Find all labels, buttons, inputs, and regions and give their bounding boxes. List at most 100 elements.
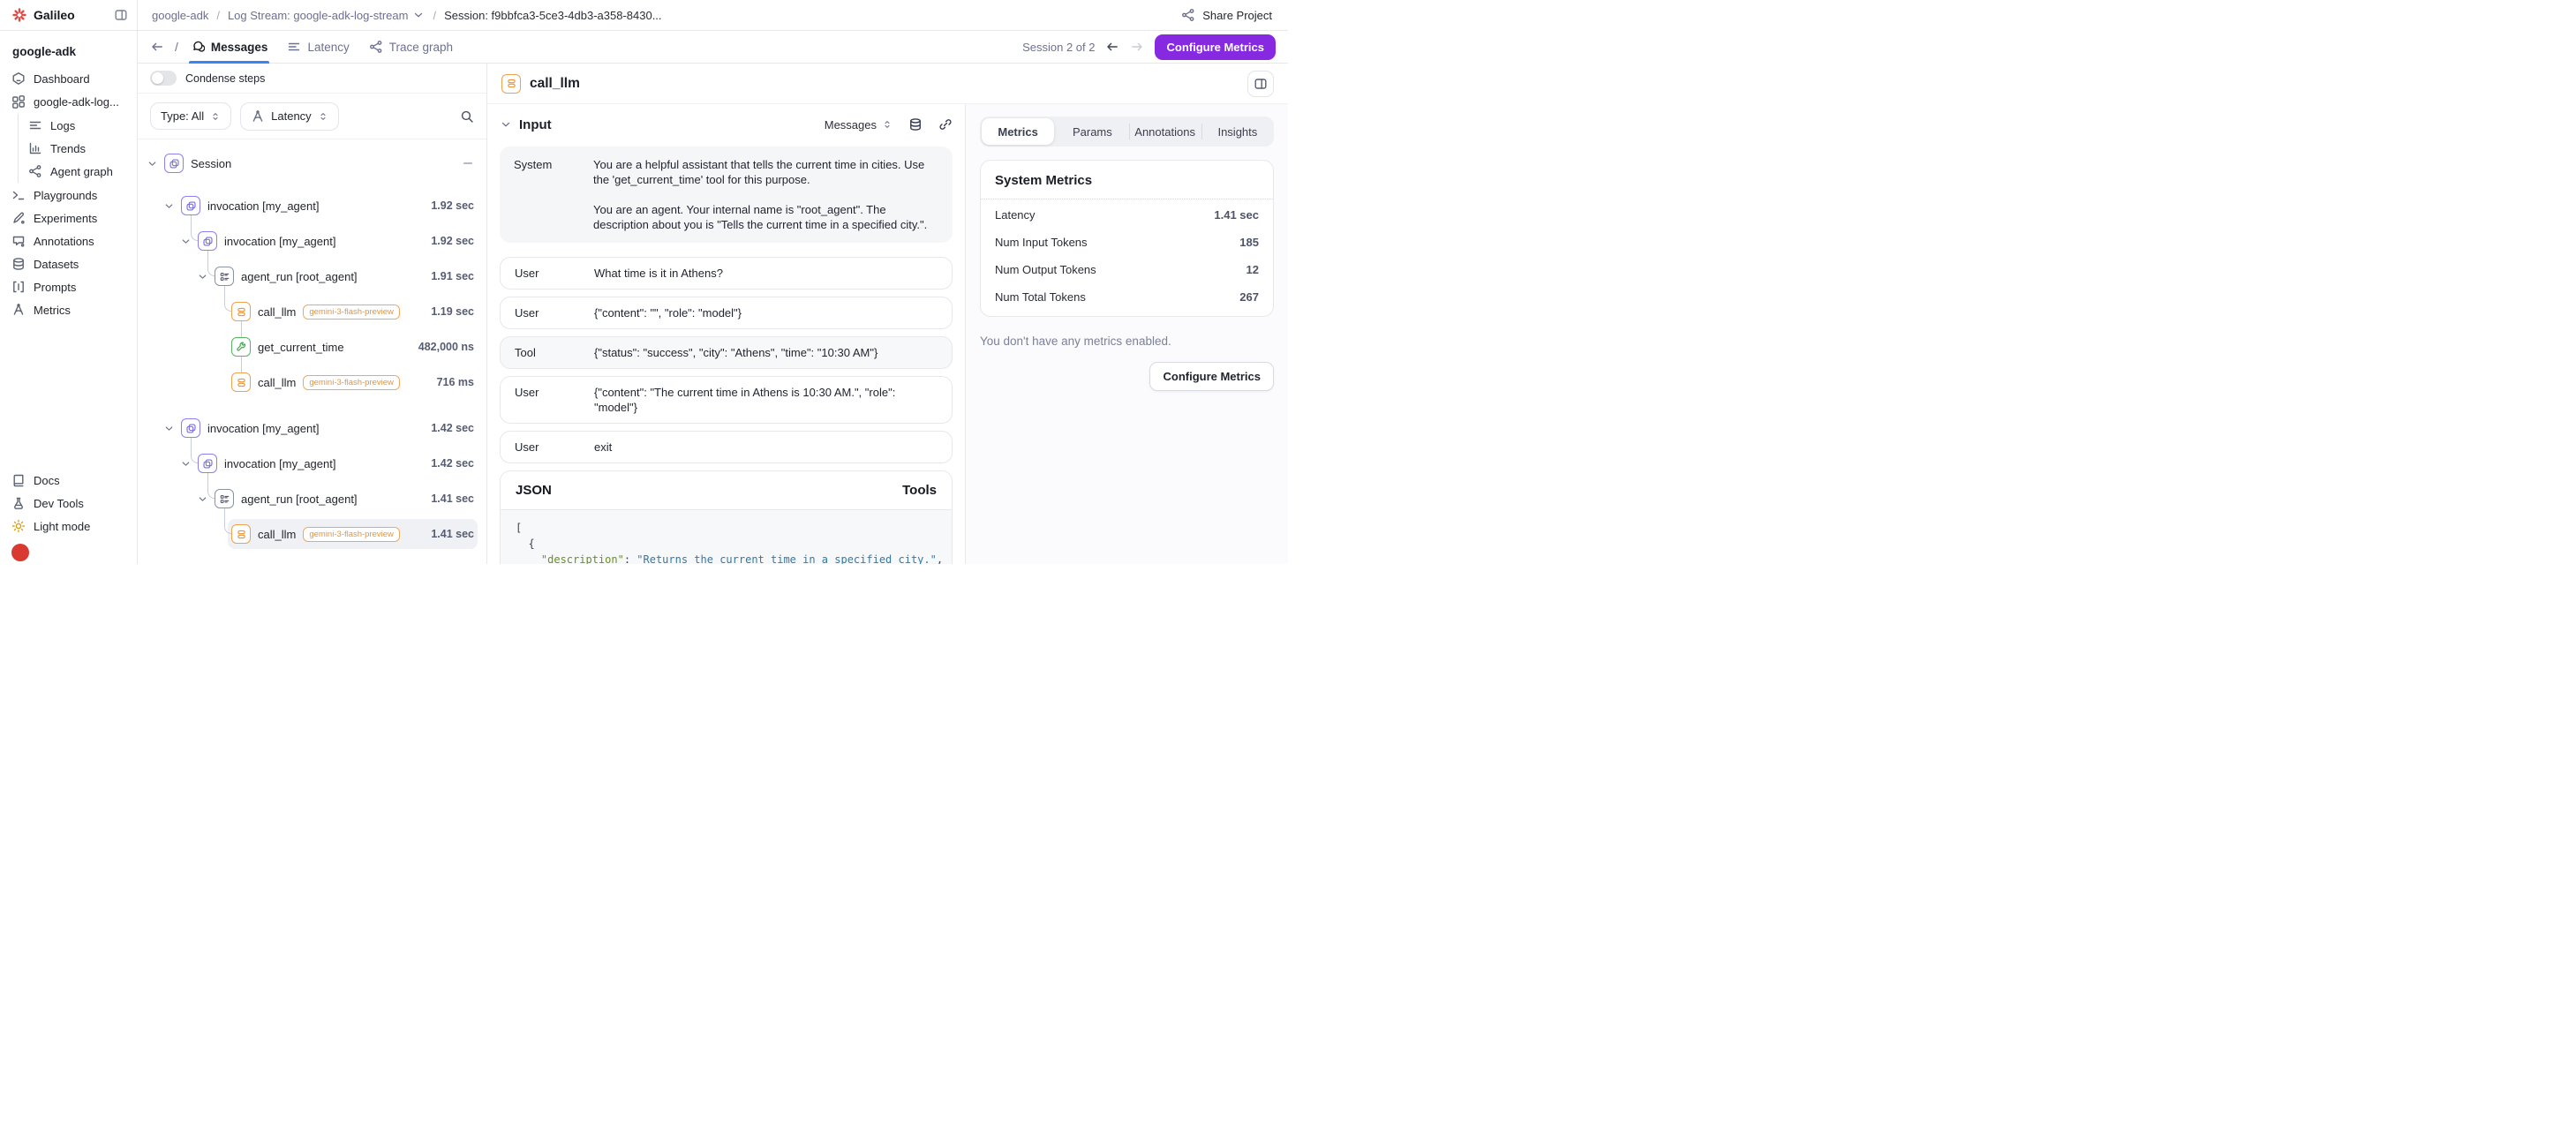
sidebar-item-label: Datasets [34,258,79,271]
message-view-selector[interactable]: Messages [825,118,893,132]
metrics-panel-tabs: MetricsParamsAnnotationsInsights [980,117,1274,147]
sidebar-item-prompts[interactable]: Prompts [0,275,137,298]
link-icon[interactable] [938,117,953,132]
sidebar-subnav: Logs TrendsAgent graph [18,114,137,183]
chevron-down-icon[interactable] [180,236,198,247]
tree-row-get-current-time-5[interactable]: get_current_time482,000 ns [138,332,486,362]
metric-row-num-output-tokens: Num Output Tokens12 [995,256,1259,283]
tab-latency[interactable]: Latency [285,31,350,63]
updown-chevrons-icon [882,119,893,130]
sidebar-item-playgrounds[interactable]: Playgrounds [0,184,137,207]
tab-label: Latency [307,41,349,54]
collapse-all-icon[interactable] [462,157,474,169]
list-icon [215,267,234,286]
previous-session-arrow-icon[interactable] [1105,40,1119,54]
chevron-down-icon[interactable] [197,271,215,282]
copy-icon [164,154,184,173]
message-role-label: User [515,440,594,455]
trace-tree: Session invocation [my_agent]1.92 sec invo… [138,139,486,564]
metrics-tab-insights[interactable]: Insights [1201,117,1274,147]
next-session-arrow-icon[interactable] [1130,40,1144,54]
type-filter-dropdown[interactable]: Type: All [150,102,231,130]
metric-label: Num Output Tokens [995,263,1096,276]
sidebar-item-docs[interactable]: Docs [0,469,137,492]
condense-steps-row: Condense steps [138,64,486,94]
message-content: {"content": "The current time in Athens … [594,385,938,415]
sidebar-item-label: Docs [34,474,60,487]
book-icon [11,473,26,487]
chevron-down-icon[interactable] [500,118,512,131]
sidebar-item-experiments[interactable]: Experiments [0,207,137,229]
configure-metrics-button[interactable]: Configure Metrics [1155,34,1276,60]
breadcrumb-session[interactable]: Session: f9bbfca3-5ce3-4db3-a358-8430... [444,9,661,22]
duration-label: 1.42 sec [431,457,474,470]
tools-json-code: [ { "description": "Returns the current … [501,510,952,564]
database-icon[interactable] [908,117,923,132]
sidebar-collapse-icon[interactable] [114,8,128,22]
sidebar-nav: Dashboard google-adk-log... Logs TrendsAgen… [0,67,137,321]
input-section-title: Input [519,117,552,132]
chevron-down-icon[interactable] [163,423,181,434]
sidebar-item-dashboard[interactable]: Dashboard [0,67,137,90]
sidebar-item-label: Logs [50,119,75,132]
chevron-down-icon [412,9,425,21]
sidebar-item-annotations[interactable]: Annotations [0,229,137,252]
tree-row-label: invocation [my_agent] [207,199,319,213]
tree-row-agent-run-root-agent-3[interactable]: agent_run [root_agent]1.91 sec [138,261,486,291]
sidebar-item-google-adk-log[interactable]: google-adk-log... [0,90,137,113]
metric-value: 1.41 sec [1214,208,1259,222]
sidebar-item-datasets[interactable]: Datasets [0,252,137,275]
sidebar-item-label: Prompts [34,281,76,294]
sidebar-item-logs[interactable]: Logs [28,114,137,137]
chevron-down-icon[interactable] [180,458,198,470]
sidebar-item-label: Dashboard [34,72,90,86]
sidebar-item-light-mode[interactable]: Light mode [0,515,137,538]
sidebar-item-trends[interactable]: Trends [28,137,137,160]
flask-icon [11,496,26,510]
message-card-user-2: User{"content": "", "role": "model"} [500,297,953,329]
tools-label: Tools [902,483,937,498]
sidebar-item-metrics[interactable]: Metrics [0,298,137,321]
tree-row-agent-run-root-agent-9[interactable]: agent_run [root_agent]1.41 sec [138,484,486,514]
tree-row-label: call_llm [258,528,296,541]
tree-row-invocation-my-agent-2[interactable]: invocation [my_agent]1.92 sec [138,226,486,256]
metrics-tab-metrics[interactable]: Metrics [982,118,1054,145]
latency-filter-dropdown[interactable]: Latency [240,102,339,131]
tree-row-call-llm-4[interactable]: call_llmgemini-3-flash-preview1.19 sec [138,297,486,327]
user-account-row[interactable] [0,541,137,564]
agent-graph-icon [28,164,42,178]
tree-row-call-llm-10[interactable]: call_llmgemini-3-flash-preview1.41 sec [138,519,486,549]
breadcrumb-log-stream[interactable]: Log Stream: google-adk-log-stream [228,9,426,22]
copy-icon [198,454,217,473]
tree-row-call-llm-6[interactable]: call_llmgemini-3-flash-preview716 ms [138,367,486,397]
updown-chevrons-icon [318,111,328,122]
sidebar: google-adk Dashboardgoogle-adk-log...Log… [0,31,138,564]
chevron-down-icon[interactable] [147,158,164,169]
tree-filter-row: Type: All Latency [138,94,486,139]
duration-label: 1.91 sec [431,270,474,282]
condense-steps-toggle[interactable] [150,71,177,86]
share-project-button[interactable]: Share Project [1165,0,1288,30]
configure-metrics-outline-button[interactable]: Configure Metrics [1149,362,1274,391]
back-arrow-icon[interactable] [150,40,164,54]
input-section-header: Input Messages [500,111,953,138]
tree-row-invocation-my-agent-8[interactable]: invocation [my_agent]1.42 sec [138,448,486,478]
breadcrumb-project[interactable]: google-adk [152,9,208,22]
metric-label: Num Input Tokens [995,236,1088,249]
right-panel-toggle-button[interactable] [1247,71,1274,97]
model-badge: gemini-3-flash-preview [303,375,400,390]
breadcrumb-separator: / [216,9,220,22]
metrics-tab-params[interactable]: Params [1056,117,1128,147]
tree-row-session-0[interactable]: Session [138,148,486,178]
metrics-tab-annotations[interactable]: Annotations [1129,117,1201,147]
tab-trace-graph[interactable]: Trace graph [367,31,455,63]
metric-row-num-input-tokens: Num Input Tokens185 [995,229,1259,256]
sidebar-item-dev-tools[interactable]: Dev Tools [0,492,137,515]
chevron-down-icon[interactable] [197,493,215,505]
tab-messages[interactable]: Messages [189,31,270,63]
sidebar-item-label: Dev Tools [34,497,84,510]
chevron-down-icon[interactable] [163,200,181,212]
wrench-icon [231,337,251,357]
search-icon[interactable] [460,109,474,124]
sidebar-item-agent-graph[interactable]: Agent graph [28,160,137,183]
